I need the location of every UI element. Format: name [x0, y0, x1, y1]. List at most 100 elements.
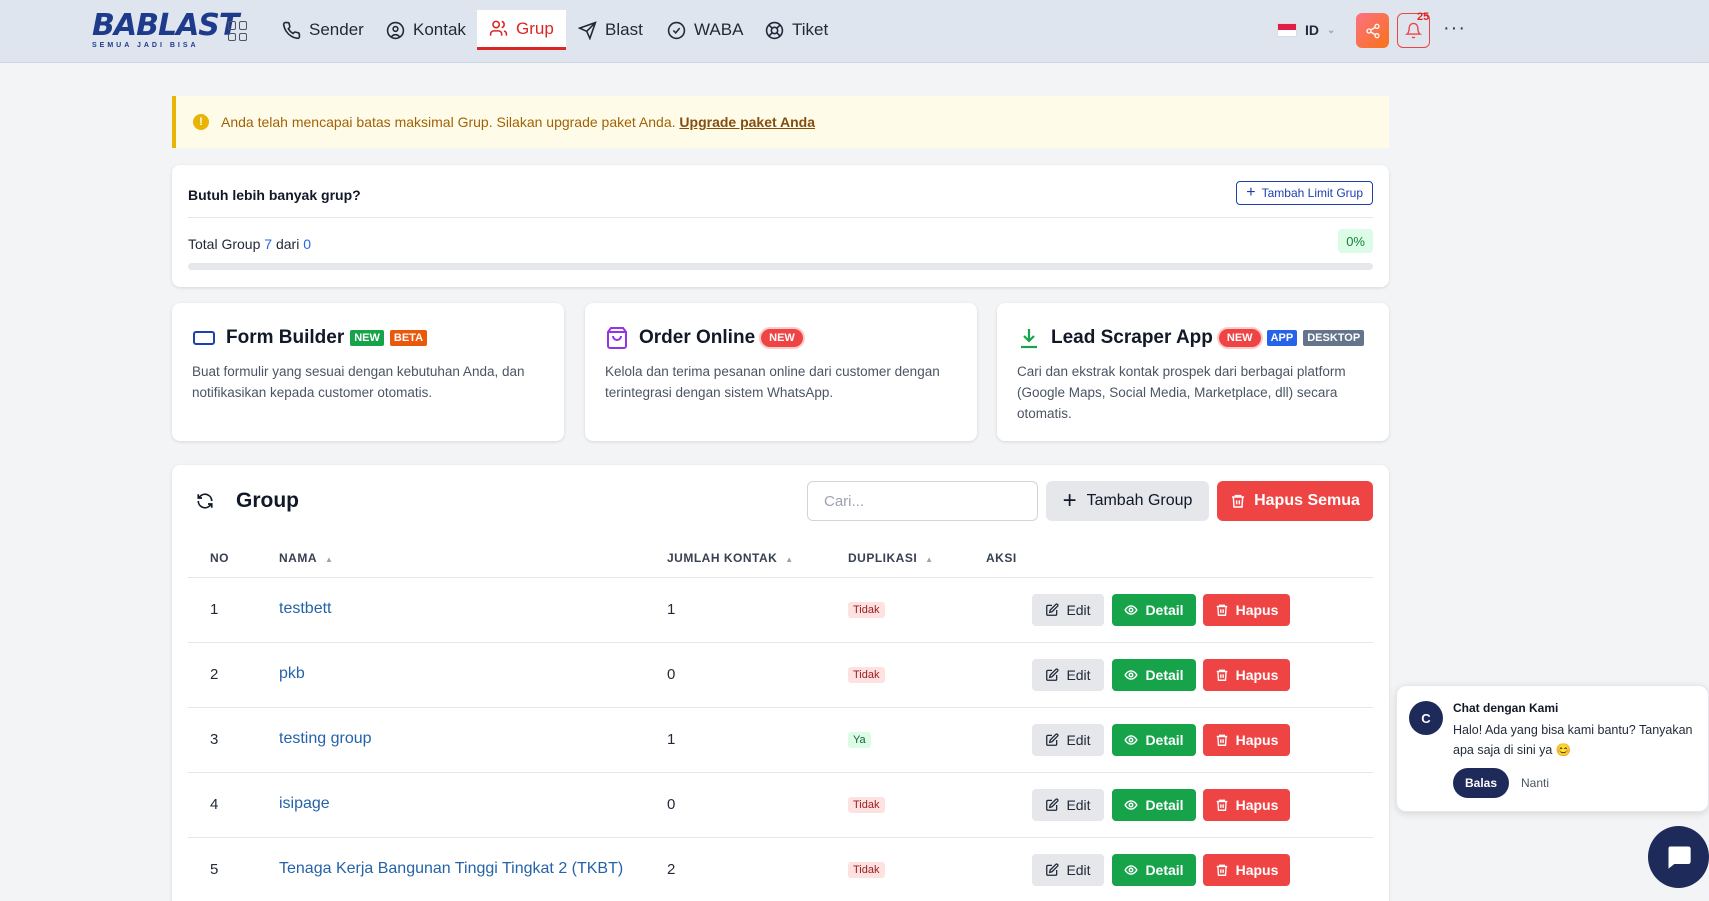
contact-count: 0 — [667, 796, 676, 813]
detail-label: Detail — [1145, 667, 1184, 683]
group-name-link[interactable]: testing group — [279, 730, 372, 748]
col-jumlah-kontak[interactable]: JUMLAH KONTAK ▲ — [667, 551, 794, 565]
chat-avatar: C — [1409, 701, 1443, 735]
table-row: 5 Tenaga Kerja Bangunan Tinggi Tingkat 2 … — [188, 838, 1373, 901]
edit-button[interactable]: Edit — [1032, 594, 1104, 626]
sort-icon: ▲ — [325, 555, 334, 564]
new-tag: NEW — [350, 330, 384, 346]
phone-icon — [282, 21, 301, 39]
col-duplikasi[interactable]: DUPLIKASI ▲ — [848, 551, 934, 565]
refresh-icon[interactable] — [196, 492, 214, 510]
delete-button[interactable]: Hapus — [1203, 659, 1290, 691]
users-icon — [489, 20, 508, 36]
add-group-limit-button[interactable]: + Tambah Limit Grup — [1236, 181, 1373, 205]
nav-item-kontak[interactable]: Kontak — [386, 10, 466, 50]
logo-tagline: SEMUA JADI BISA — [92, 42, 199, 49]
detail-label: Detail — [1145, 732, 1184, 748]
contact-count: 1 — [667, 731, 676, 748]
row-number: 4 — [210, 796, 219, 813]
delete-button[interactable]: Hapus — [1203, 594, 1290, 626]
user-circle-icon — [386, 21, 405, 39]
delete-label: Hapus — [1235, 667, 1279, 683]
feature-card-form-builder[interactable]: Form Builder NEW BETA Buat formulir yang… — [172, 303, 564, 441]
download-icon — [1021, 329, 1037, 349]
nav-item-tiket[interactable]: Tiket — [765, 10, 828, 50]
language-selector[interactable]: ID ⌄ — [1277, 22, 1335, 38]
edit-button[interactable]: Edit — [1032, 659, 1104, 691]
add-group-button[interactable]: + Tambah Group — [1046, 481, 1209, 521]
edit-label: Edit — [1066, 667, 1091, 683]
warning-icon: ! — [193, 114, 209, 130]
nav-label: Grup — [516, 18, 554, 38]
new-tag: NEW — [761, 329, 803, 347]
nav-item-sender[interactable]: Sender — [282, 10, 364, 50]
upgrade-link[interactable]: Upgrade paket Anda — [679, 114, 815, 130]
group-name-link[interactable]: Tenaga Kerja Bangunan Tinggi Tingkat 2 (… — [279, 860, 623, 878]
eye-icon — [1124, 800, 1139, 810]
delete-button[interactable]: Hapus — [1203, 789, 1290, 821]
trash-icon — [1216, 734, 1227, 746]
more-options-icon[interactable]: ··· — [1443, 17, 1466, 40]
edit-button[interactable]: Edit — [1032, 789, 1104, 821]
col-nama[interactable]: NAMA ▲ — [279, 551, 333, 565]
limit-title: Butuh lebih banyak grup? — [188, 187, 361, 203]
check-circle-icon — [667, 21, 686, 39]
feature-card-lead-scraper[interactable]: Lead Scraper App NEW APP DESKTOP Cari da… — [997, 303, 1389, 441]
detail-button[interactable]: Detail — [1112, 789, 1196, 821]
detail-button[interactable]: Detail — [1112, 659, 1196, 691]
edit-button[interactable]: Edit — [1032, 724, 1104, 756]
nav-item-grup[interactable]: Grup — [477, 10, 566, 50]
of-label: dari — [275, 236, 300, 252]
detail-button[interactable]: Detail — [1112, 724, 1196, 756]
indonesia-flag-icon — [1277, 23, 1297, 37]
nav-label: WABA — [694, 20, 744, 39]
trash-icon — [1216, 799, 1227, 811]
chat-title: Chat dengan Kami — [1453, 701, 1559, 715]
group-name-link[interactable]: isipage — [279, 795, 330, 813]
delete-button[interactable]: Hapus — [1203, 854, 1290, 886]
share-button[interactable] — [1356, 13, 1389, 48]
max-count: 0 — [303, 236, 311, 252]
beta-tag: BETA — [389, 330, 428, 346]
duplication-badge: Tidak — [848, 602, 885, 618]
desktop-tag: DESKTOP — [1303, 330, 1365, 346]
search-input[interactable] — [807, 481, 1038, 521]
delete-all-label: Hapus Semua — [1254, 492, 1360, 509]
chat-later-button[interactable]: Nanti — [1521, 776, 1549, 790]
apps-grid-icon[interactable] — [228, 21, 248, 41]
table-row: 2 pkb 0 Tidak Edit Detail Hapus — [188, 643, 1373, 708]
duplication-badge: Ya — [848, 732, 871, 748]
nav-label: Tiket — [792, 20, 829, 39]
plus-icon: + — [1246, 184, 1256, 201]
delete-label: Hapus — [1235, 602, 1279, 618]
row-number: 1 — [210, 601, 219, 618]
group-limit-card: Butuh lebih banyak grup? + Tambah Limit … — [172, 165, 1389, 287]
detail-label: Detail — [1145, 602, 1184, 618]
edit-icon — [1046, 733, 1059, 746]
feature-title: Order Online — [639, 327, 756, 348]
total-label: Total Group — [188, 236, 261, 252]
chat-launcher-button[interactable] — [1648, 826, 1709, 888]
group-name-link[interactable]: testbett — [279, 600, 331, 618]
detail-button[interactable]: Detail — [1112, 854, 1196, 886]
brand-logo[interactable]: BABLAST SEMUA JADI BISA — [92, 10, 239, 54]
nav-item-blast[interactable]: Blast — [578, 10, 643, 50]
divider — [188, 217, 1373, 218]
add-limit-label: Tambah Limit Grup — [1261, 186, 1363, 200]
detail-button[interactable]: Detail — [1112, 594, 1196, 626]
edit-button[interactable]: Edit — [1032, 854, 1104, 886]
nav-item-waba[interactable]: WABA — [667, 10, 743, 50]
feature-card-order-online[interactable]: Order Online NEW Kelola dan terima pesan… — [585, 303, 977, 441]
delete-label: Hapus — [1235, 862, 1279, 878]
group-name-link[interactable]: pkb — [279, 665, 305, 683]
col-nama-label: NAMA — [279, 551, 317, 565]
feature-title: Lead Scraper App — [1051, 327, 1213, 348]
delete-button[interactable]: Hapus — [1203, 724, 1290, 756]
edit-icon — [1046, 863, 1059, 876]
sort-icon: ▲ — [785, 555, 794, 564]
delete-all-button[interactable]: Hapus Semua — [1217, 481, 1373, 521]
top-navbar: BABLAST SEMUA JADI BISA Sender Kontak Gr… — [0, 0, 1709, 63]
chat-bubble-icon — [1667, 846, 1691, 869]
trash-icon — [1216, 669, 1227, 681]
chat-reply-button[interactable]: Balas — [1453, 768, 1509, 798]
